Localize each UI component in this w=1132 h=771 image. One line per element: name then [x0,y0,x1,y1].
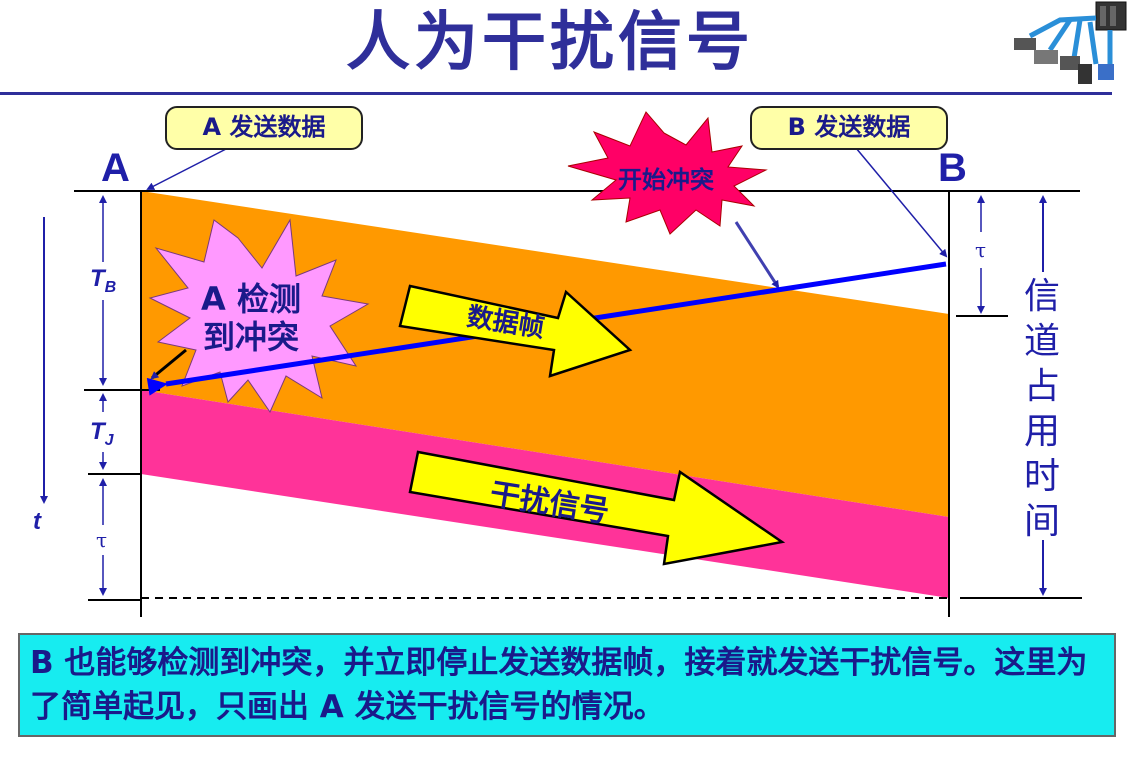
collision-pointer [734,221,780,289]
tau-right-label: τ [975,238,987,262]
tj-label: TJ [90,418,114,450]
b-callout-pointer [855,147,948,258]
station-a-label: A [101,146,130,190]
channel-occupancy-label: 信道占用时间 [1023,276,1060,542]
collision-star-label: 开始冲突 [618,166,714,194]
tb-sub: B [104,278,117,296]
tj-sub: J [104,431,114,449]
station-b-label: B [938,146,967,190]
a-detect-star-line2: 到冲突 [202,318,299,356]
time-axis-label: t [33,508,41,535]
tau-left-label: τ [96,528,108,552]
a-callout-pointer [146,147,229,190]
a-send-callout: A 发送数据 [165,106,363,150]
explanation-note: B 也能够检测到冲突，并立即停止发送数据帧，接着就发送干扰信号。这里为了简单起见… [18,633,1116,737]
b-send-callout: B 发送数据 [750,106,948,150]
tb-main: T [90,265,105,292]
tj-main: T [90,418,105,445]
tb-label: TB [90,265,116,297]
